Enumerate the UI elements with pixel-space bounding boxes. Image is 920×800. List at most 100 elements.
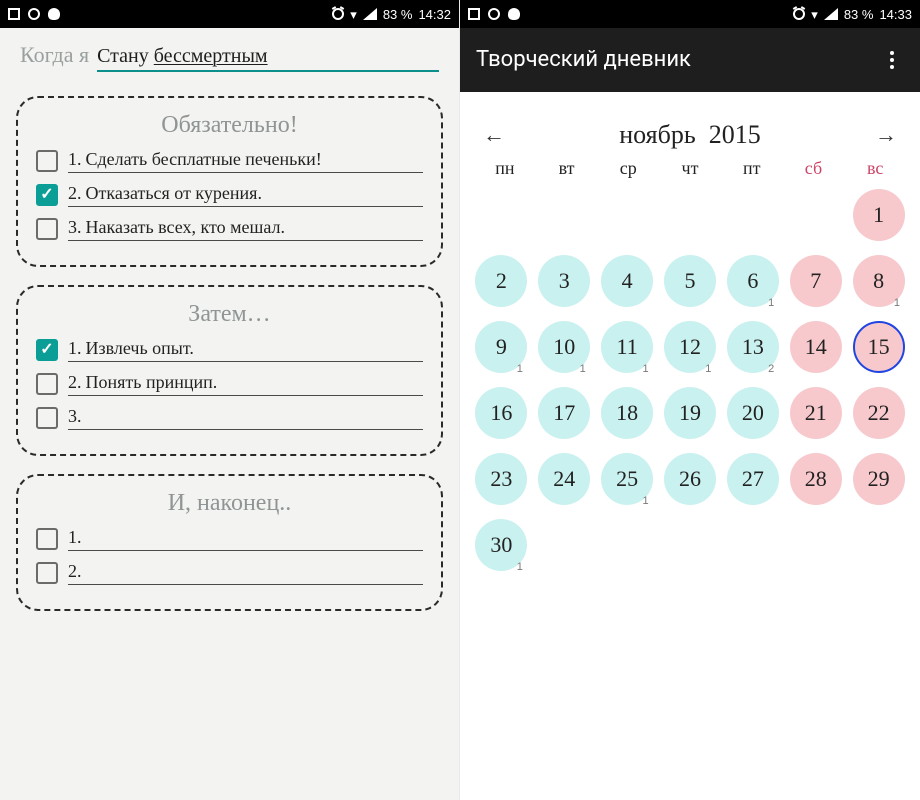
day-bubble[interactable]: 22 bbox=[853, 387, 905, 439]
day-bubble[interactable]: 27 bbox=[727, 453, 779, 505]
calendar-cell[interactable]: 21 bbox=[788, 387, 843, 443]
calendar-cell[interactable]: 7 bbox=[788, 255, 843, 311]
checklist-text[interactable]: 2.Понять принцип. bbox=[68, 372, 423, 396]
day-bubble[interactable]: 23 bbox=[475, 453, 527, 505]
checklist-item: 1. bbox=[36, 527, 423, 551]
day-bubble[interactable]: 16 bbox=[475, 387, 527, 439]
calendar-cell[interactable]: 18 bbox=[600, 387, 655, 443]
day-bubble[interactable]: 17 bbox=[538, 387, 590, 439]
checklist-item: 3. bbox=[36, 406, 423, 430]
checkbox[interactable] bbox=[36, 339, 58, 361]
checklist-item: 2. bbox=[36, 561, 423, 585]
day-bubble[interactable]: 28 bbox=[790, 453, 842, 505]
prev-month-button[interactable]: ← bbox=[474, 122, 514, 148]
app-title: Творческий дневник bbox=[476, 49, 880, 71]
checkbox[interactable] bbox=[36, 373, 58, 395]
day-bubble[interactable]: 1 bbox=[853, 189, 905, 241]
calendar-cell[interactable]: 23 bbox=[474, 453, 529, 509]
weekday-header: пнвтсрчтптсбвс bbox=[474, 158, 906, 179]
year-label: 2015 bbox=[709, 120, 761, 149]
section-title: Затем… bbox=[36, 301, 423, 328]
checklist-text[interactable]: 3. bbox=[68, 406, 423, 430]
prompt-answer-underlined: бессмертным bbox=[154, 45, 268, 67]
calendar-cell[interactable]: 2 bbox=[474, 255, 529, 311]
day-bubble[interactable]: 3 bbox=[538, 255, 590, 307]
checklist-text[interactable]: 1.Сделать бесплатные печеньки! bbox=[68, 149, 423, 173]
calendar-cell[interactable]: 19 bbox=[663, 387, 718, 443]
checklist-text[interactable]: 3.Наказать всех, кто мешал. bbox=[68, 217, 423, 241]
calendar-cell[interactable]: 4 bbox=[600, 255, 655, 311]
prompt-answer[interactable]: Стану бессмертным bbox=[97, 45, 439, 72]
checkbox[interactable] bbox=[36, 528, 58, 550]
calendar-cell[interactable]: 20 bbox=[725, 387, 780, 443]
day-bubble[interactable]: 19 bbox=[664, 387, 716, 439]
calendar-cell[interactable]: 24 bbox=[537, 453, 592, 509]
weekday-label: пт bbox=[721, 158, 783, 179]
section-title: И, наконец.. bbox=[36, 490, 423, 517]
calendar-cell[interactable]: 91 bbox=[474, 321, 529, 377]
day-bubble[interactable]: 24 bbox=[538, 453, 590, 505]
day-bubble[interactable]: 5 bbox=[664, 255, 716, 307]
calendar-cell[interactable]: 61 bbox=[725, 255, 780, 311]
checklist-text[interactable]: 1. bbox=[68, 527, 423, 551]
calendar-cell[interactable]: 14 bbox=[788, 321, 843, 377]
calendar-cell[interactable]: 3 bbox=[537, 255, 592, 311]
checkbox[interactable] bbox=[36, 150, 58, 172]
checkbox[interactable] bbox=[36, 407, 58, 429]
debug-icon bbox=[48, 8, 60, 20]
day-bubble[interactable]: 18 bbox=[601, 387, 653, 439]
calendar-cell[interactable]: 26 bbox=[663, 453, 718, 509]
calendar-cell[interactable]: 15 bbox=[851, 321, 906, 377]
day-bubble[interactable]: 29 bbox=[853, 453, 905, 505]
section-card: Затем… 1.Извлечь опыт. 2.Понять принцип. 3. bbox=[16, 285, 443, 456]
checklist-item: 2.Понять принцип. bbox=[36, 372, 423, 396]
calendar-cell[interactable]: 17 bbox=[537, 387, 592, 443]
weekday-label: вт bbox=[536, 158, 598, 179]
day-bubble[interactable]: 26 bbox=[664, 453, 716, 505]
calendar-cell[interactable]: 101 bbox=[537, 321, 592, 377]
entry-count-badge: 1 bbox=[642, 496, 648, 507]
calendar-cell[interactable]: 251 bbox=[600, 453, 655, 509]
day-bubble[interactable]: 14 bbox=[790, 321, 842, 373]
calendar-cell[interactable]: 16 bbox=[474, 387, 529, 443]
checkbox[interactable] bbox=[36, 218, 58, 240]
day-bubble[interactable]: 20 bbox=[727, 387, 779, 439]
calendar-cell[interactable]: 27 bbox=[725, 453, 780, 509]
checklist-item: 2.Отказаться от курения. bbox=[36, 183, 423, 207]
calendar-cell[interactable]: 301 bbox=[474, 519, 529, 575]
checkbox[interactable] bbox=[36, 184, 58, 206]
day-bubble[interactable]: 4 bbox=[601, 255, 653, 307]
calendar-cell[interactable]: 29 bbox=[851, 453, 906, 509]
day-bubble[interactable]: 15 bbox=[853, 321, 905, 373]
calendar-cell[interactable]: 132 bbox=[725, 321, 780, 377]
status-bar: ▾ 83 % 14:32 bbox=[0, 0, 459, 28]
calendar-grid: 1234561781911011111211321415161718192021… bbox=[474, 189, 906, 575]
calendar-cell[interactable]: 121 bbox=[663, 321, 718, 377]
entry-count-badge: 1 bbox=[580, 364, 586, 375]
calendar-cell[interactable]: 22 bbox=[851, 387, 906, 443]
checklist-text[interactable]: 2. bbox=[68, 561, 423, 585]
day-bubble[interactable]: 7 bbox=[790, 255, 842, 307]
gallery-icon bbox=[8, 8, 20, 20]
calendar-cell[interactable]: 5 bbox=[663, 255, 718, 311]
signal-icon bbox=[824, 8, 838, 20]
calendar-cell[interactable]: 28 bbox=[788, 453, 843, 509]
entry-count-badge: 1 bbox=[517, 562, 523, 573]
next-month-button[interactable]: → bbox=[866, 122, 906, 148]
checklist-text[interactable]: 2.Отказаться от курения. bbox=[68, 183, 423, 207]
calendar-cell bbox=[663, 189, 718, 245]
checklist-text[interactable]: 1.Извлечь опыт. bbox=[68, 338, 423, 362]
month-label: ноябрь bbox=[619, 120, 695, 149]
checkbox[interactable] bbox=[36, 562, 58, 584]
weekday-label: чт bbox=[659, 158, 721, 179]
calendar-cell bbox=[537, 189, 592, 245]
entry-count-badge: 1 bbox=[705, 364, 711, 375]
calendar-cell[interactable]: 111 bbox=[600, 321, 655, 377]
day-bubble[interactable]: 2 bbox=[475, 255, 527, 307]
calendar-cell[interactable]: 81 bbox=[851, 255, 906, 311]
calendar-cell[interactable]: 1 bbox=[851, 189, 906, 245]
day-bubble[interactable]: 21 bbox=[790, 387, 842, 439]
weekday-label: вс bbox=[844, 158, 906, 179]
calendar-cell bbox=[474, 189, 529, 245]
overflow-menu-icon[interactable] bbox=[880, 48, 904, 72]
